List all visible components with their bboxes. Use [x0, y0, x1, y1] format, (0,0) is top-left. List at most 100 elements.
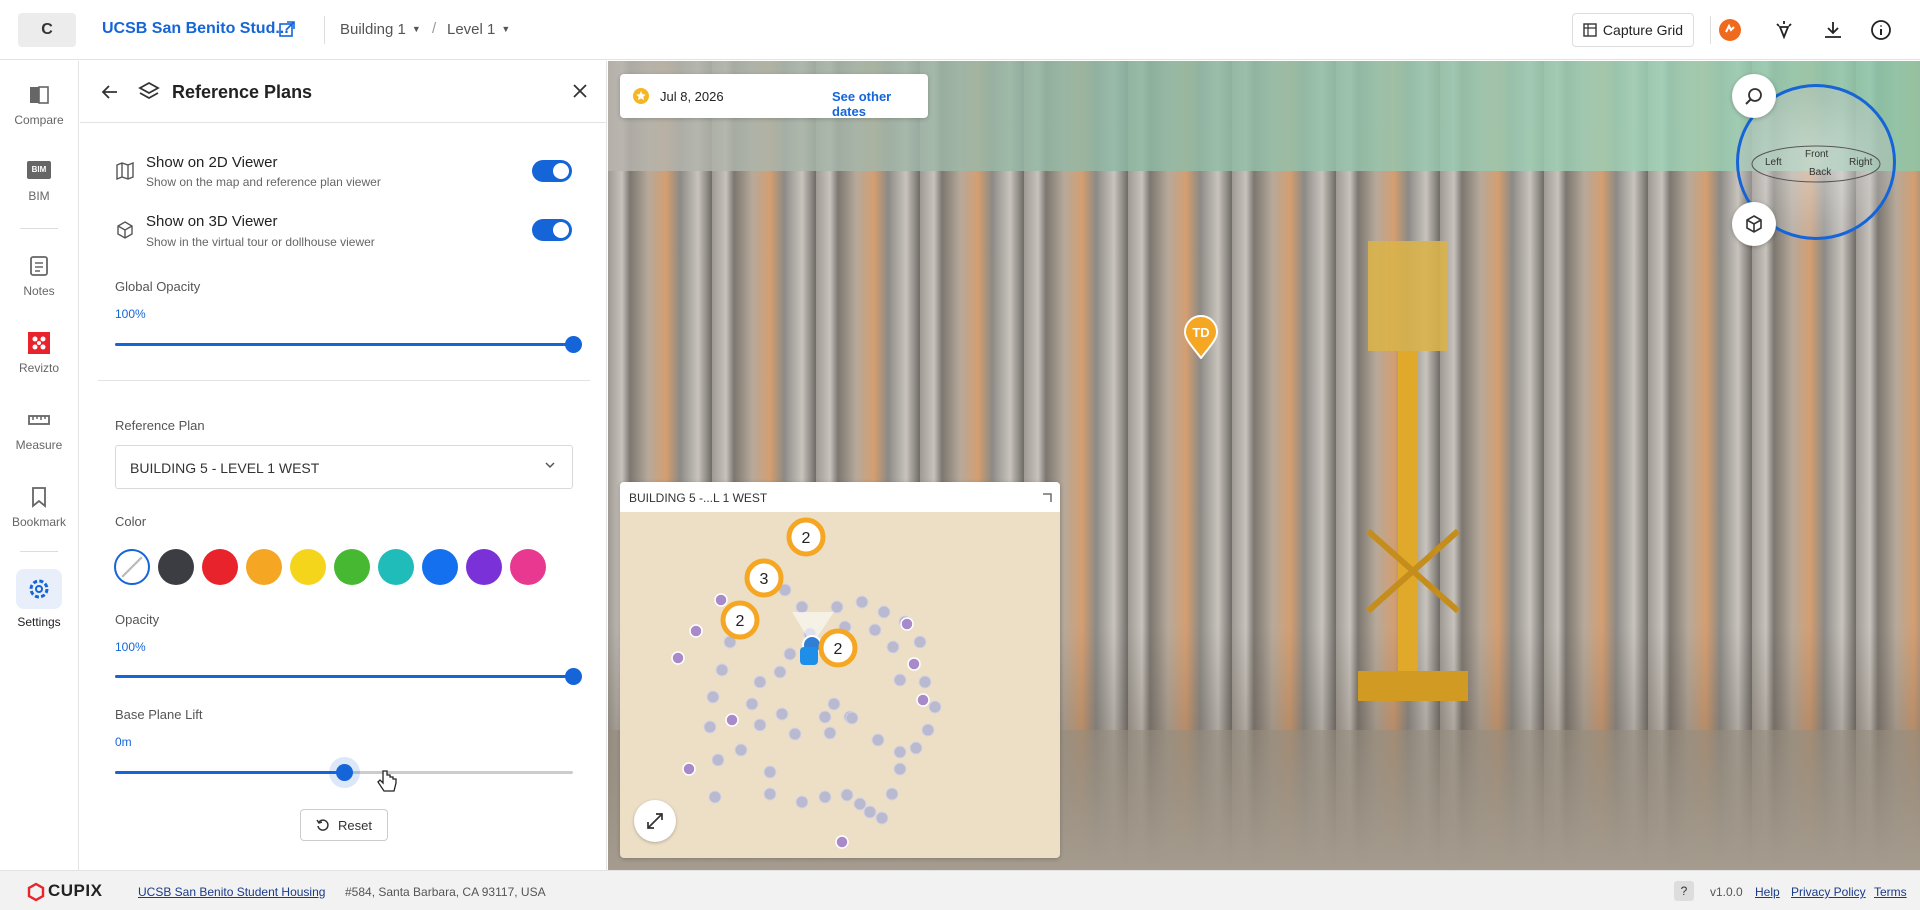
rail-item-revizto[interactable]: Revizto [0, 331, 78, 375]
starred-capture-point[interactable] [689, 624, 703, 638]
color-swatch[interactable] [158, 549, 194, 585]
note-marker-icon[interactable] [800, 647, 818, 665]
color-swatch[interactable] [466, 549, 502, 585]
close-icon[interactable] [572, 83, 588, 104]
capture-point[interactable] [845, 711, 859, 725]
slider-thumb[interactable] [565, 668, 582, 685]
capture-point[interactable] [753, 718, 767, 732]
capture-point[interactable] [783, 647, 797, 661]
corner-resize-icon[interactable] [1042, 490, 1052, 508]
capture-point[interactable] [734, 743, 748, 757]
capture-point[interactable] [863, 805, 877, 819]
capture-point[interactable] [918, 675, 932, 689]
show-2d-toggle[interactable] [532, 160, 572, 182]
capture-point[interactable] [875, 811, 889, 825]
building-selector[interactable]: Building 1 ▼ [340, 21, 421, 38]
capture-point[interactable] [877, 605, 891, 619]
capture-point[interactable] [886, 640, 900, 654]
color-swatch[interactable] [246, 549, 282, 585]
capture-point[interactable] [763, 787, 777, 801]
capture-point[interactable] [818, 790, 832, 804]
capture-point[interactable] [855, 595, 869, 609]
revizto-sync-icon[interactable] [1718, 18, 1742, 42]
capture-point[interactable] [913, 635, 927, 649]
color-swatch[interactable] [422, 549, 458, 585]
dollhouse-button[interactable] [1732, 202, 1776, 246]
starred-capture-point[interactable] [835, 835, 849, 849]
see-other-dates-link[interactable]: See other dates [832, 89, 928, 119]
color-swatch[interactable] [202, 549, 238, 585]
footer-privacy-link[interactable]: Privacy Policy [1791, 885, 1866, 899]
capture-point[interactable] [715, 663, 729, 677]
color-swatch[interactable] [334, 549, 370, 585]
color-swatch[interactable] [114, 549, 150, 585]
capture-point[interactable] [773, 665, 787, 679]
capture-point[interactable] [830, 600, 844, 614]
expand-map-button[interactable] [634, 800, 676, 842]
capture-point[interactable] [818, 710, 832, 724]
rail-item-settings[interactable]: Settings [0, 569, 78, 629]
starred-capture-point[interactable] [682, 762, 696, 776]
footer-terms-link[interactable]: Terms [1874, 885, 1907, 899]
slider-thumb[interactable] [336, 764, 353, 781]
starred-capture-point[interactable] [916, 693, 930, 707]
starred-capture-point[interactable] [907, 657, 921, 671]
rail-item-compare[interactable]: Compare [0, 83, 78, 127]
starred-capture-point[interactable] [900, 617, 914, 631]
base-plane-lift-slider[interactable] [115, 764, 573, 781]
capture-point[interactable] [853, 797, 867, 811]
capture-point[interactable] [823, 726, 837, 740]
capture-point[interactable] [827, 697, 841, 711]
reset-button[interactable]: Reset [300, 809, 388, 841]
capture-point[interactable] [763, 765, 777, 779]
capture-grid-button[interactable]: Capture Grid [1572, 13, 1694, 47]
rail-item-measure[interactable]: Measure [0, 408, 78, 452]
rail-item-bim[interactable]: BIM BIM [0, 161, 78, 203]
level-selector[interactable]: Level 1 ▼ [447, 21, 510, 38]
starred-capture-point[interactable] [725, 713, 739, 727]
footer-project-link[interactable]: UCSB San Benito Student Housing [138, 885, 325, 899]
reference-plan-select[interactable]: BUILDING 5 - LEVEL 1 WEST [115, 445, 573, 489]
lightbulb-icon[interactable] [1772, 18, 1796, 42]
show-3d-toggle[interactable] [532, 219, 572, 241]
capture-point[interactable] [711, 753, 725, 767]
capture-point[interactable] [921, 723, 935, 737]
capture-point[interactable] [893, 762, 907, 776]
capture-point[interactable] [706, 690, 720, 704]
info-icon[interactable] [1869, 18, 1893, 42]
capture-point[interactable] [703, 720, 717, 734]
capture-point[interactable] [893, 673, 907, 687]
capture-point[interactable] [885, 787, 899, 801]
capture-point[interactable] [928, 700, 942, 714]
color-swatch[interactable] [510, 549, 546, 585]
capture-point[interactable] [708, 790, 722, 804]
zoom-search-button[interactable] [1732, 74, 1776, 118]
starred-capture-point[interactable] [714, 593, 728, 607]
rail-item-notes[interactable]: Notes [0, 254, 78, 298]
opacity-slider[interactable] [115, 668, 582, 685]
capture-point[interactable] [795, 600, 809, 614]
project-title[interactable]: UCSB San Benito Stud... [102, 20, 289, 38]
external-link-icon[interactable] [278, 20, 296, 38]
slider-thumb[interactable] [565, 336, 582, 353]
capture-point[interactable] [871, 733, 885, 747]
capture-point[interactable] [868, 623, 882, 637]
capture-point[interactable] [909, 741, 923, 755]
capture-point[interactable] [775, 707, 789, 721]
reference-plan-minimap[interactable]: BUILDING 5 -...L 1 WEST 2 3 2 2 [620, 482, 1060, 858]
user-location-pin[interactable]: TD [1183, 315, 1219, 359]
rail-item-bookmark[interactable]: Bookmark [0, 485, 78, 529]
capture-point[interactable] [788, 727, 802, 741]
capture-point[interactable] [753, 675, 767, 689]
color-swatch[interactable] [290, 549, 326, 585]
color-swatch[interactable] [378, 549, 414, 585]
back-arrow-icon[interactable] [100, 82, 120, 107]
capture-point[interactable] [840, 788, 854, 802]
download-icon[interactable] [1821, 18, 1845, 42]
capture-point[interactable] [893, 745, 907, 759]
workspace-switcher[interactable]: C [18, 13, 76, 47]
footer-help-link[interactable]: Help [1755, 885, 1780, 899]
capture-point[interactable] [745, 697, 759, 711]
global-opacity-slider[interactable] [115, 336, 582, 353]
capture-point[interactable] [795, 795, 809, 809]
